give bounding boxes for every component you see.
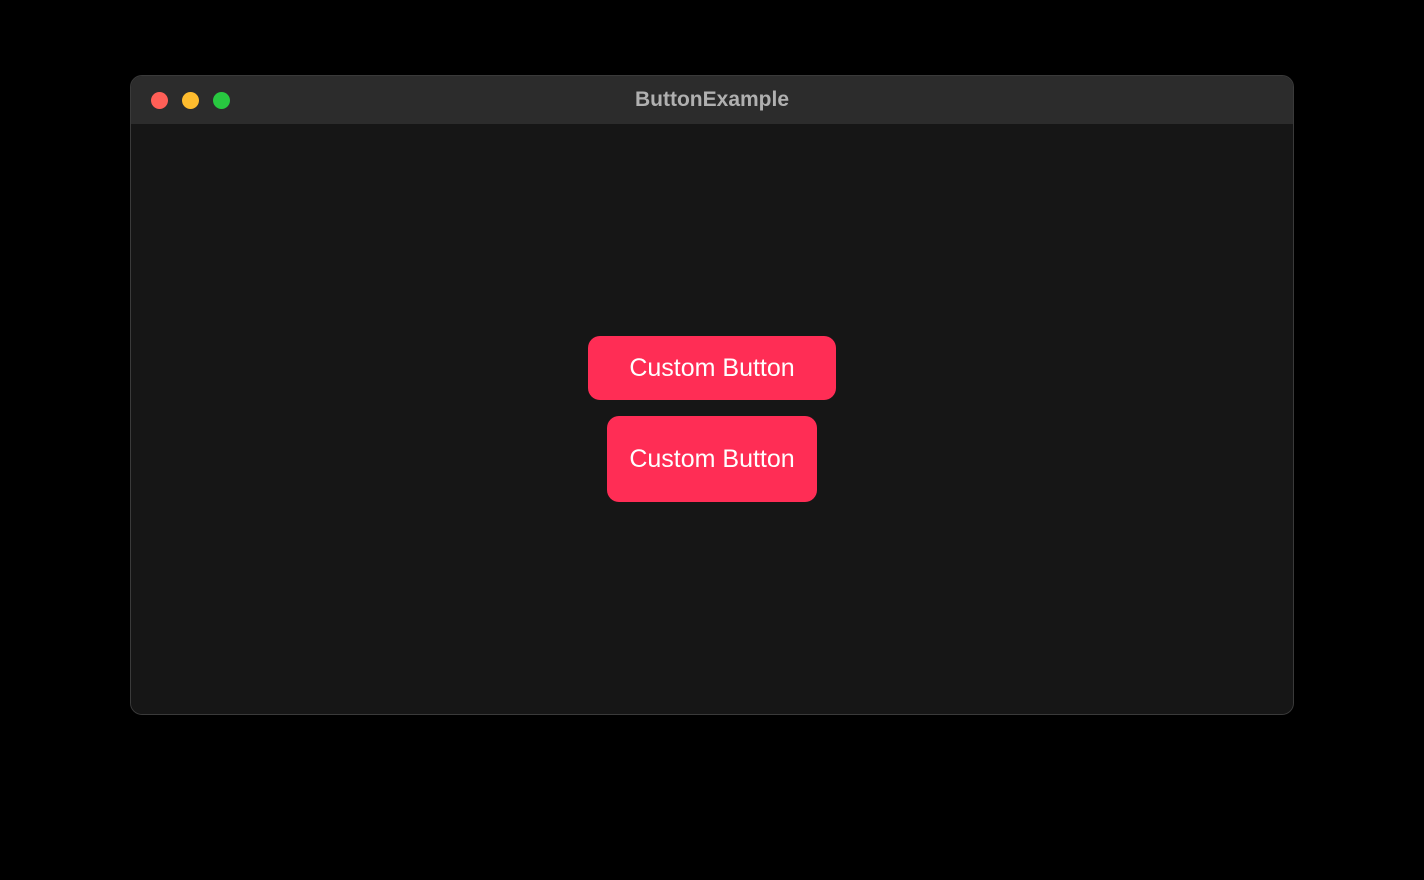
titlebar: ButtonExample [131,76,1293,124]
window-content: Custom Button Custom Button [131,124,1293,714]
custom-button-2[interactable]: Custom Button [607,416,817,502]
app-window: ButtonExample Custom Button Custom Butto… [130,75,1294,715]
close-icon[interactable] [151,92,168,109]
maximize-icon[interactable] [213,92,230,109]
window-title: ButtonExample [635,88,789,112]
traffic-lights [131,92,230,109]
minimize-icon[interactable] [182,92,199,109]
custom-button-1[interactable]: Custom Button [588,336,836,400]
